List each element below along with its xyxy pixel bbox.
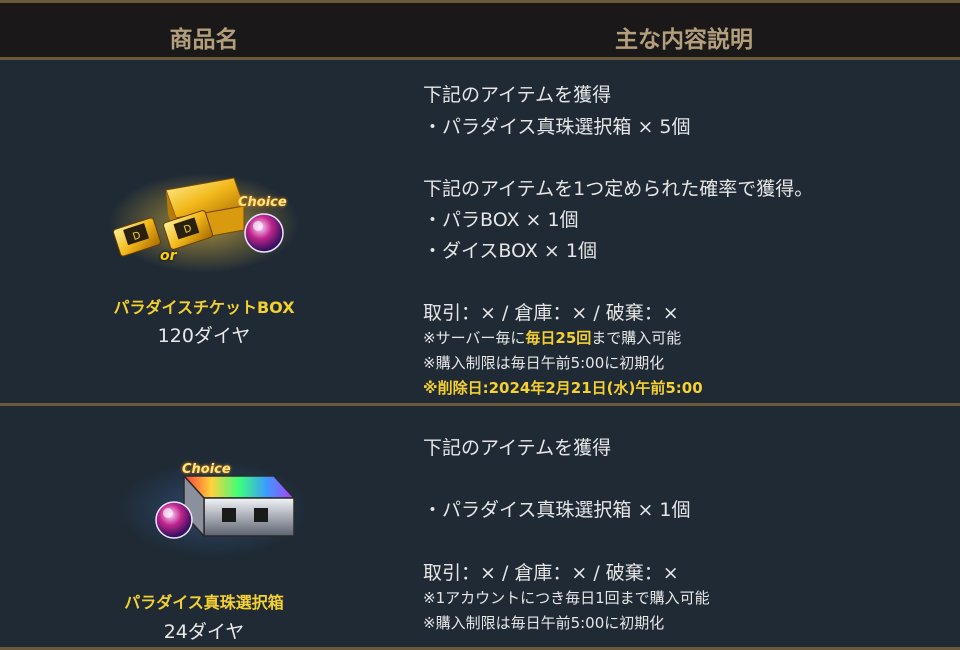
art-or-label: or: [160, 248, 177, 264]
desc-line: ・パラBOX × 1個: [423, 209, 579, 231]
table-header: 商品名 主な内容説明: [0, 0, 960, 60]
desc-line: ・パラダイス真珠選択箱 × 5個: [423, 116, 691, 138]
product-name: パラダイスチケットBOX: [113, 298, 295, 317]
reset-note: ※購入制限は毎日午前5:00に初期化: [423, 614, 665, 632]
product-table: 商品名 主な内容説明 D D Choice or パラダイスチケットBOX 12…: [0, 0, 960, 650]
product-cell: Choice パラダイス真珠選択箱 24ダイヤ: [0, 406, 408, 647]
product-name: パラダイス真珠選択箱: [124, 593, 284, 612]
desc-line: ・ダイスBOX × 1個: [423, 240, 597, 262]
product-cell: D D Choice or パラダイスチケットBOX 120ダイヤ: [0, 60, 408, 403]
art-choice-label: Choice: [182, 462, 231, 477]
purchase-limit: ※1アカウントにつき毎日1回まで購入可能: [423, 589, 710, 607]
desc-line: 下記のアイテムを獲得: [423, 437, 612, 459]
table-row: Choice パラダイス真珠選択箱 24ダイヤ 下記のアイテムを獲得 ・パラダイ…: [0, 406, 960, 650]
limit-suffix: まで購入可能: [591, 329, 682, 347]
product-price: 120ダイヤ: [157, 325, 251, 347]
desc-line: 下記のアイテムを1つ定められた確率で獲得。: [423, 178, 814, 200]
product-price: 24ダイヤ: [163, 621, 245, 643]
gold-ticket-box-icon: D D Choice or: [104, 168, 304, 276]
limit-highlight: 毎日25回: [525, 329, 592, 347]
reset-note: ※購入制限は毎日午前5:00に初期化: [423, 354, 665, 372]
pearl-selection-box-icon: Choice: [104, 454, 309, 557]
trade-restrictions: 取引：× / 倉庫：× / 破棄：×: [423, 562, 679, 584]
art-choice-label: Choice: [238, 195, 287, 210]
delete-date: ※削除日:2024年2月21日(水)午前5:00: [423, 379, 703, 397]
table-row: D D Choice or パラダイスチケットBOX 120ダイヤ 下記のアイテ…: [0, 60, 960, 406]
desc-line: ・パラダイス真珠選択箱 × 1個: [423, 499, 691, 521]
purchase-limit: ※サーバー毎に毎日25回まで購入可能: [423, 327, 681, 348]
desc-line: 下記のアイテムを獲得: [423, 84, 612, 106]
header-description: 主な内容説明: [615, 27, 753, 53]
limit-prefix: ※サーバー毎に: [423, 329, 526, 347]
header-product-name: 商品名: [169, 27, 239, 53]
trade-restrictions: 取引：× / 倉庫：× / 破棄：×: [423, 302, 679, 324]
